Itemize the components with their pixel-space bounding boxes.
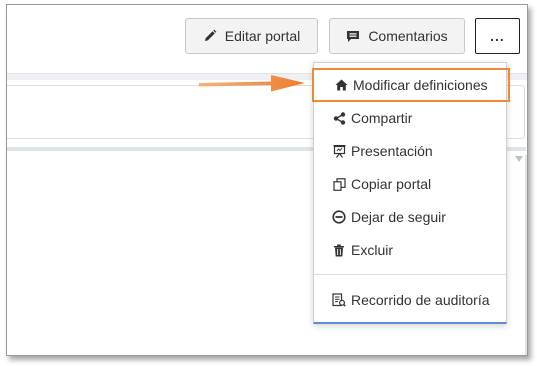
menu-item-label: Modificar definiciones bbox=[353, 77, 488, 93]
audit-trail-icon bbox=[332, 293, 346, 307]
menu-item-label: Dejar de seguir bbox=[351, 209, 446, 225]
more-label: ... bbox=[490, 28, 505, 44]
scrollbar[interactable] bbox=[525, 155, 527, 355]
share-icon bbox=[332, 111, 346, 125]
menu-item-copy-portal[interactable]: Copiar portal bbox=[314, 169, 506, 199]
more-options-button[interactable]: ... bbox=[475, 18, 520, 54]
menu-item-unfollow[interactable]: Dejar de seguir bbox=[314, 202, 506, 232]
menu-item-label: Copiar portal bbox=[351, 176, 432, 192]
annotation-arrow-icon bbox=[199, 75, 305, 92]
menu-item-label: Recorrido de auditoría bbox=[351, 292, 490, 308]
edit-portal-button[interactable]: Editar portal bbox=[185, 18, 318, 54]
comments-label: Comentarios bbox=[368, 28, 448, 44]
app-window: Editar portal Comentarios ... Modificar … bbox=[6, 4, 528, 356]
unfollow-icon bbox=[332, 210, 346, 224]
menu-item-label: Presentación bbox=[351, 143, 433, 159]
menu-item-modify-settings[interactable]: Modificar definiciones bbox=[312, 68, 510, 102]
copy-icon bbox=[332, 177, 346, 191]
presentation-icon bbox=[332, 144, 346, 158]
trash-icon bbox=[332, 243, 346, 257]
pencil-icon bbox=[203, 29, 217, 43]
menu-item-presentation[interactable]: Presentación bbox=[314, 136, 506, 166]
home-icon bbox=[334, 78, 348, 92]
comment-icon bbox=[346, 29, 360, 43]
edit-portal-label: Editar portal bbox=[224, 28, 301, 44]
menu-item-label: Excluir bbox=[351, 242, 394, 258]
menu-item-delete[interactable]: Excluir bbox=[314, 235, 506, 265]
scroll-up-arrow-icon[interactable] bbox=[515, 156, 523, 162]
menu-item-audit-trail[interactable]: Recorrido de auditoría bbox=[314, 285, 506, 315]
menu-item-share[interactable]: Compartir bbox=[314, 103, 506, 133]
menu-divider bbox=[314, 274, 506, 275]
more-options-menu: Modificar definiciones Compartir Present… bbox=[312, 62, 510, 324]
menu-item-label: Compartir bbox=[351, 110, 413, 126]
comments-button[interactable]: Comentarios bbox=[329, 18, 465, 54]
